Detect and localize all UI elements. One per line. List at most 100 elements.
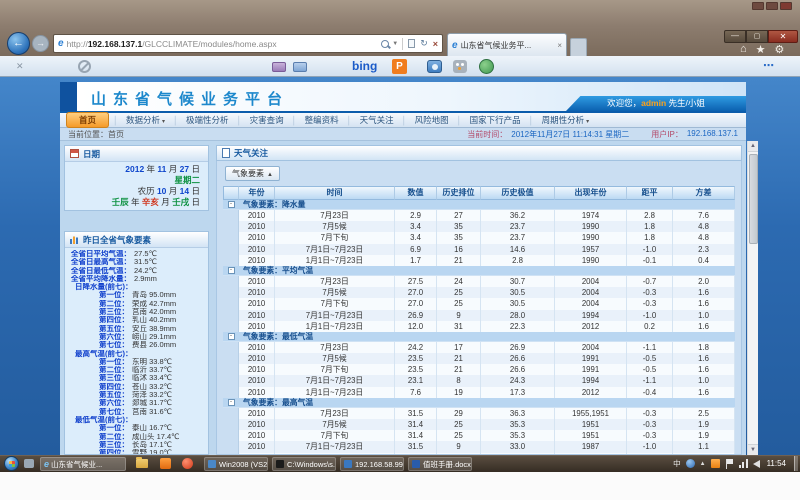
table-row[interactable]: 20107月5候31.42535.31951-0.31.9 (223, 419, 735, 430)
new-tab-button[interactable] (570, 38, 587, 56)
scrollbar-thumb[interactable] (749, 154, 758, 244)
weather-line: 第七位：莒南 31.6℃ (69, 408, 204, 416)
nav-item-0[interactable]: 首页 (66, 112, 109, 128)
toolbar-mail-icon[interactable] (293, 62, 307, 72)
more-options-icon[interactable]: ⋯ (763, 59, 776, 72)
blocked-icon[interactable] (78, 60, 91, 73)
table-row[interactable]: 20101月1日~7月23日1.7212.81990-0.10.4 (223, 255, 735, 266)
camera-icon[interactable] (427, 60, 442, 73)
table-row[interactable]: 20107月23日27.52430.72004-0.72.0 (223, 276, 735, 287)
address-bar[interactable]: e http://192.168.137.1/GLCCLIMATE/module… (53, 34, 443, 53)
clock[interactable]: 11:54 (767, 459, 786, 468)
table-group-row[interactable]: -气象要素：最低气温 (223, 332, 735, 342)
minimize-button[interactable]: — (724, 30, 746, 43)
table-row[interactable]: 20107月23日31.52936.31955,1951-0.32.5 (223, 408, 735, 419)
taskbar-active-window-button[interactable]: e 山东省气候业... (40, 457, 126, 471)
nav-item-5[interactable]: 天气关注 (352, 114, 402, 126)
favorites-star-icon[interactable]: ★ (756, 43, 766, 56)
stop-icon[interactable]: × (433, 39, 438, 49)
tray-alert-icon[interactable] (711, 459, 720, 468)
table-row[interactable]: 20107月1日~7月23日31.5933.01987-1.01.1 (223, 441, 735, 452)
browser-tab[interactable]: e 山东省气候业务平... × (447, 33, 567, 56)
network-icon[interactable] (739, 459, 748, 468)
show-desktop-button[interactable] (794, 456, 798, 471)
table-row[interactable]: 20107月23日2.92736.219742.87.6 (223, 210, 735, 221)
home-icon[interactable]: ⌂ (740, 43, 747, 56)
start-button[interactable] (4, 456, 19, 471)
bing-logo[interactable]: bing (352, 59, 377, 73)
table-row[interactable]: 20107月5候3.43523.719901.84.8 (223, 221, 735, 232)
table-row[interactable]: 20107月下旬31.42535.31951-0.31.9 (223, 430, 735, 441)
table-row[interactable]: 20101月1日~7月23日12.03122.320120.21.6 (223, 321, 735, 332)
taskbar-window-button[interactable]: 192.168.58.99... (340, 457, 404, 471)
table-row[interactable]: 20107月下旬3.43523.719901.84.8 (223, 232, 735, 243)
nav-item-7[interactable]: 国家下行产品 (462, 114, 529, 126)
nav-item-2[interactable]: 极端性分析 (178, 114, 237, 126)
table-row[interactable]: 20107月下旬23.52126.61991-0.51.6 (223, 364, 735, 375)
media-player-icon[interactable] (182, 458, 193, 469)
chevron-down-icon[interactable]: ▼ (392, 41, 398, 47)
table-row[interactable]: 20107月5候27.02530.52004-0.31.6 (223, 287, 735, 298)
banner-left-accent (60, 82, 77, 111)
column-header[interactable]: 历史极值 (481, 186, 555, 200)
taskbar-window-button[interactable]: 值班手册.docx ... (408, 457, 472, 471)
column-header[interactable]: 出现年份 (555, 186, 627, 200)
tray-app-icon[interactable] (686, 459, 695, 468)
column-header[interactable]: 方差 (673, 186, 735, 200)
back-button[interactable]: ← (7, 32, 30, 55)
taskbar-window-button[interactable]: Win2008 (VS2... (204, 457, 268, 471)
scroll-down-arrow[interactable]: ▼ (748, 444, 758, 455)
breadcrumb-value[interactable]: 首页 (108, 129, 124, 140)
collapse-icon[interactable]: - (228, 267, 235, 274)
vertical-scrollbar[interactable]: ▲ ▼ (747, 141, 758, 455)
globe-icon[interactable] (479, 59, 494, 74)
tab-close-icon[interactable]: × (557, 41, 562, 50)
table-row[interactable]: 20101月1日~7月23日7.61917.32012-0.41.6 (223, 387, 735, 398)
column-header[interactable]: 数值 (395, 186, 437, 200)
close-button[interactable]: ✕ (768, 30, 798, 43)
column-header[interactable]: 历史排位 (437, 186, 481, 200)
table-row[interactable]: 20107月1日~7月23日6.91614.61957-1.02.3 (223, 244, 735, 255)
scroll-up-arrow[interactable]: ▲ (748, 141, 758, 152)
table-cell: 8 (437, 375, 481, 386)
search-icon[interactable] (381, 40, 389, 48)
collapse-icon[interactable]: - (228, 333, 235, 340)
nav-item-8[interactable]: 周期性分析▾ (534, 114, 598, 126)
table-row[interactable]: 20107月1日~7月23日23.1824.31994-1.11.0 (223, 375, 735, 386)
column-header[interactable]: 距平 (627, 186, 673, 200)
taskbar-tray-app-icon[interactable] (24, 459, 34, 468)
column-header[interactable]: 时间 (275, 186, 395, 200)
toolbar-card-icon[interactable] (272, 62, 286, 72)
bing-badge-icon[interactable]: P (392, 59, 407, 74)
nav-item-1[interactable]: 数据分析▾ (118, 114, 173, 126)
pinned-app-icon[interactable] (160, 458, 171, 469)
paw-icon[interactable] (453, 60, 467, 73)
compatibility-icon[interactable] (408, 39, 415, 48)
table-row[interactable]: 20107月5候23.52126.61991-0.51.6 (223, 353, 735, 364)
table-row[interactable]: 20107月23日24.21726.92004-1.11.8 (223, 342, 735, 353)
element-filter-button[interactable]: 气象要素▲ (225, 166, 280, 181)
close-bar-icon[interactable]: ✕ (16, 61, 24, 72)
nav-item-3[interactable]: 灾害查询 (242, 114, 292, 126)
explorer-folder-icon[interactable] (136, 459, 148, 468)
refresh-icon[interactable]: ↻ (420, 38, 428, 49)
forward-button[interactable]: → (32, 35, 49, 52)
nav-item-6[interactable]: 风险地图 (407, 114, 457, 126)
nav-item-4[interactable]: 整编资料 (297, 114, 347, 126)
table-group-row[interactable]: -气象要素：最高气温 (223, 398, 735, 408)
taskbar-window-button[interactable]: C:\Windows\s... (272, 457, 336, 471)
column-header[interactable]: 年份 (239, 186, 275, 200)
table-row[interactable]: 20107月下旬27.02530.52004-0.31.6 (223, 298, 735, 309)
ime-indicator[interactable]: 中 (673, 458, 681, 469)
volume-icon[interactable] (753, 460, 760, 468)
settings-gear-icon[interactable]: ⚙ (775, 43, 785, 56)
table-group-row[interactable]: -气象要素：降水量 (223, 200, 735, 210)
maximize-button[interactable]: ▢ (746, 30, 768, 43)
table-group-row[interactable]: -气象要素：平均气温 (223, 266, 735, 276)
action-center-flag-icon[interactable] (725, 459, 734, 469)
tray-expand-icon[interactable]: ▲ (700, 461, 706, 467)
table-row[interactable]: 20107月1日~7月23日26.9928.01994-1.01.0 (223, 310, 735, 321)
collapse-icon[interactable]: - (228, 201, 235, 208)
table-cell: 26.6 (481, 353, 555, 364)
collapse-icon[interactable]: - (228, 399, 235, 406)
